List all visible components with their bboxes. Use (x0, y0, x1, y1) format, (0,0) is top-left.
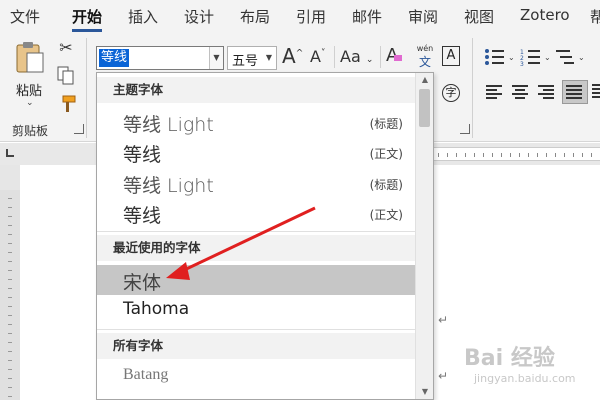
paste-button[interactable]: 粘贴 ⌄ (8, 40, 52, 112)
tab-layout[interactable]: 布局 (240, 6, 270, 27)
chevron-down-icon[interactable]: ▼ (209, 47, 223, 69)
shrink-font-label: A (310, 47, 321, 66)
font-role-tag: (标题) (369, 178, 403, 192)
font-item-all[interactable]: Batang (97, 363, 415, 393)
font-size-value[interactable]: 五号 (232, 50, 258, 69)
separator (380, 46, 381, 68)
tab-help[interactable]: 帮 (590, 6, 600, 27)
phonetic-guide-bottom: 文 (418, 55, 431, 69)
watermark-brand: Bai 经验 (464, 346, 555, 371)
font-item-theme-heading[interactable]: 等线 Light (标题) (97, 168, 415, 198)
tab-zotero[interactable]: Zotero (520, 6, 570, 24)
font-name: Tahoma (123, 299, 190, 319)
divider (97, 231, 415, 232)
copy-icon[interactable] (57, 66, 75, 86)
paragraph-mark: ↵ (438, 313, 449, 327)
clipboard-group-label: 剪贴板 (12, 124, 49, 138)
font-name: Batang (123, 366, 169, 383)
separator (334, 46, 335, 68)
paste-label: 粘贴 (16, 84, 43, 99)
svg-text:⌄: ⌄ (578, 53, 585, 62)
clear-formatting-button[interactable]: A (386, 45, 403, 66)
watermark-url: jingyan.baidu.com (474, 372, 576, 385)
font-item-theme-body[interactable]: 等线 (正文) (97, 198, 415, 228)
group-separator (472, 38, 473, 138)
scroll-thumb[interactable] (419, 89, 430, 127)
tab-selector[interactable] (6, 149, 14, 157)
align-right-icon[interactable] (538, 84, 556, 100)
justify-icon (566, 85, 582, 99)
all-fonts-header: 所有字体 (97, 333, 415, 359)
font-size-combobox[interactable]: 五号 ▼ (227, 46, 277, 70)
cut-icon[interactable]: ✂ (56, 38, 76, 57)
paste-icon (16, 42, 44, 73)
eraser-icon (394, 55, 403, 61)
paragraph-mark: ↵ (438, 369, 449, 383)
font-item-theme-body[interactable]: 等线 (正文) (97, 137, 415, 167)
dropdown-scrollbar[interactable]: ▲ ▼ (415, 73, 433, 399)
font-name: 等线 (123, 144, 162, 166)
align-center-icon[interactable] (512, 84, 530, 100)
scroll-up-icon[interactable]: ▲ (416, 73, 433, 87)
font-dropdown-list[interactable]: 主题字体 等线 Light (标题) 等线 (正文) 等线 Light (标题)… (96, 72, 434, 400)
tab-mailings[interactable]: 邮件 (352, 6, 382, 27)
font-name: 等线 Light (123, 175, 214, 197)
phonetic-guide-button[interactable]: wén 文 (414, 44, 436, 72)
ruler-scale[interactable] (430, 147, 600, 161)
font-role-tag: (正文) (369, 147, 403, 161)
font-item-recent-selected[interactable]: 宋体 (97, 265, 415, 295)
font-name: 宋体 (123, 272, 162, 294)
align-left-icon[interactable] (486, 84, 504, 100)
theme-fonts-header: 主题字体 (97, 77, 415, 103)
format-painter-icon[interactable] (57, 94, 77, 114)
shrink-font-button[interactable]: A˅ (310, 47, 325, 66)
scroll-down-icon[interactable]: ▼ (416, 385, 433, 399)
tab-insert[interactable]: 插入 (128, 6, 158, 27)
numbering-icon[interactable]: 1 2 3 ⌄ (520, 48, 550, 66)
divider (97, 329, 415, 330)
vertical-ruler[interactable] (0, 190, 20, 400)
enclose-characters-button[interactable]: 字 (442, 84, 460, 102)
font-launcher-icon[interactable] (460, 124, 470, 134)
svg-text:3: 3 (520, 61, 524, 66)
group-separator (86, 38, 87, 138)
chevron-down-icon[interactable]: ▼ (262, 47, 276, 69)
justify-button[interactable] (562, 80, 588, 104)
bullets-icon[interactable]: ⌄ (484, 48, 514, 66)
tab-home[interactable]: 开始 (72, 6, 102, 27)
clipboard-launcher-icon[interactable] (74, 124, 84, 134)
multilevel-list-icon[interactable]: ⌄ (556, 48, 586, 66)
svg-text:⌄: ⌄ (544, 53, 550, 62)
svg-text:⌄: ⌄ (508, 53, 514, 62)
change-case-label: Aa (340, 47, 361, 66)
font-role-tag: (标题) (369, 117, 403, 131)
chevron-down-icon: ⌄ (26, 98, 34, 108)
font-name-combobox[interactable]: 等线 ▼ (96, 46, 224, 70)
grow-font-button[interactable]: A^ (282, 44, 303, 68)
enclose-characters-label: 字 (445, 86, 457, 99)
menu-bar: 文件 开始 插入 设计 布局 引用 邮件 审阅 视图 Zotero 帮 (0, 0, 600, 32)
tab-view[interactable]: 视图 (464, 6, 494, 27)
tab-file[interactable]: 文件 (10, 6, 40, 27)
tab-references[interactable]: 引用 (296, 6, 326, 27)
grow-font-label: A (282, 44, 296, 68)
distributed-button[interactable] (592, 84, 600, 100)
font-name: 等线 (123, 205, 162, 227)
tab-review[interactable]: 审阅 (408, 6, 438, 27)
recent-fonts-header: 最近使用的字体 (97, 235, 415, 261)
character-border-button[interactable]: A (442, 46, 460, 66)
change-case-button[interactable]: Aa ⌄ (340, 47, 373, 66)
font-role-tag: (正文) (369, 208, 403, 222)
font-item-theme-heading[interactable]: 等线 Light (标题) (97, 107, 415, 137)
font-item-recent[interactable]: Tahoma (97, 296, 415, 326)
font-name: 等线 Light (123, 114, 214, 136)
tab-design[interactable]: 设计 (184, 6, 214, 27)
font-name-value[interactable]: 等线 (99, 49, 130, 67)
phonetic-guide-top: wén (416, 44, 434, 53)
character-border-label: A (446, 48, 456, 63)
